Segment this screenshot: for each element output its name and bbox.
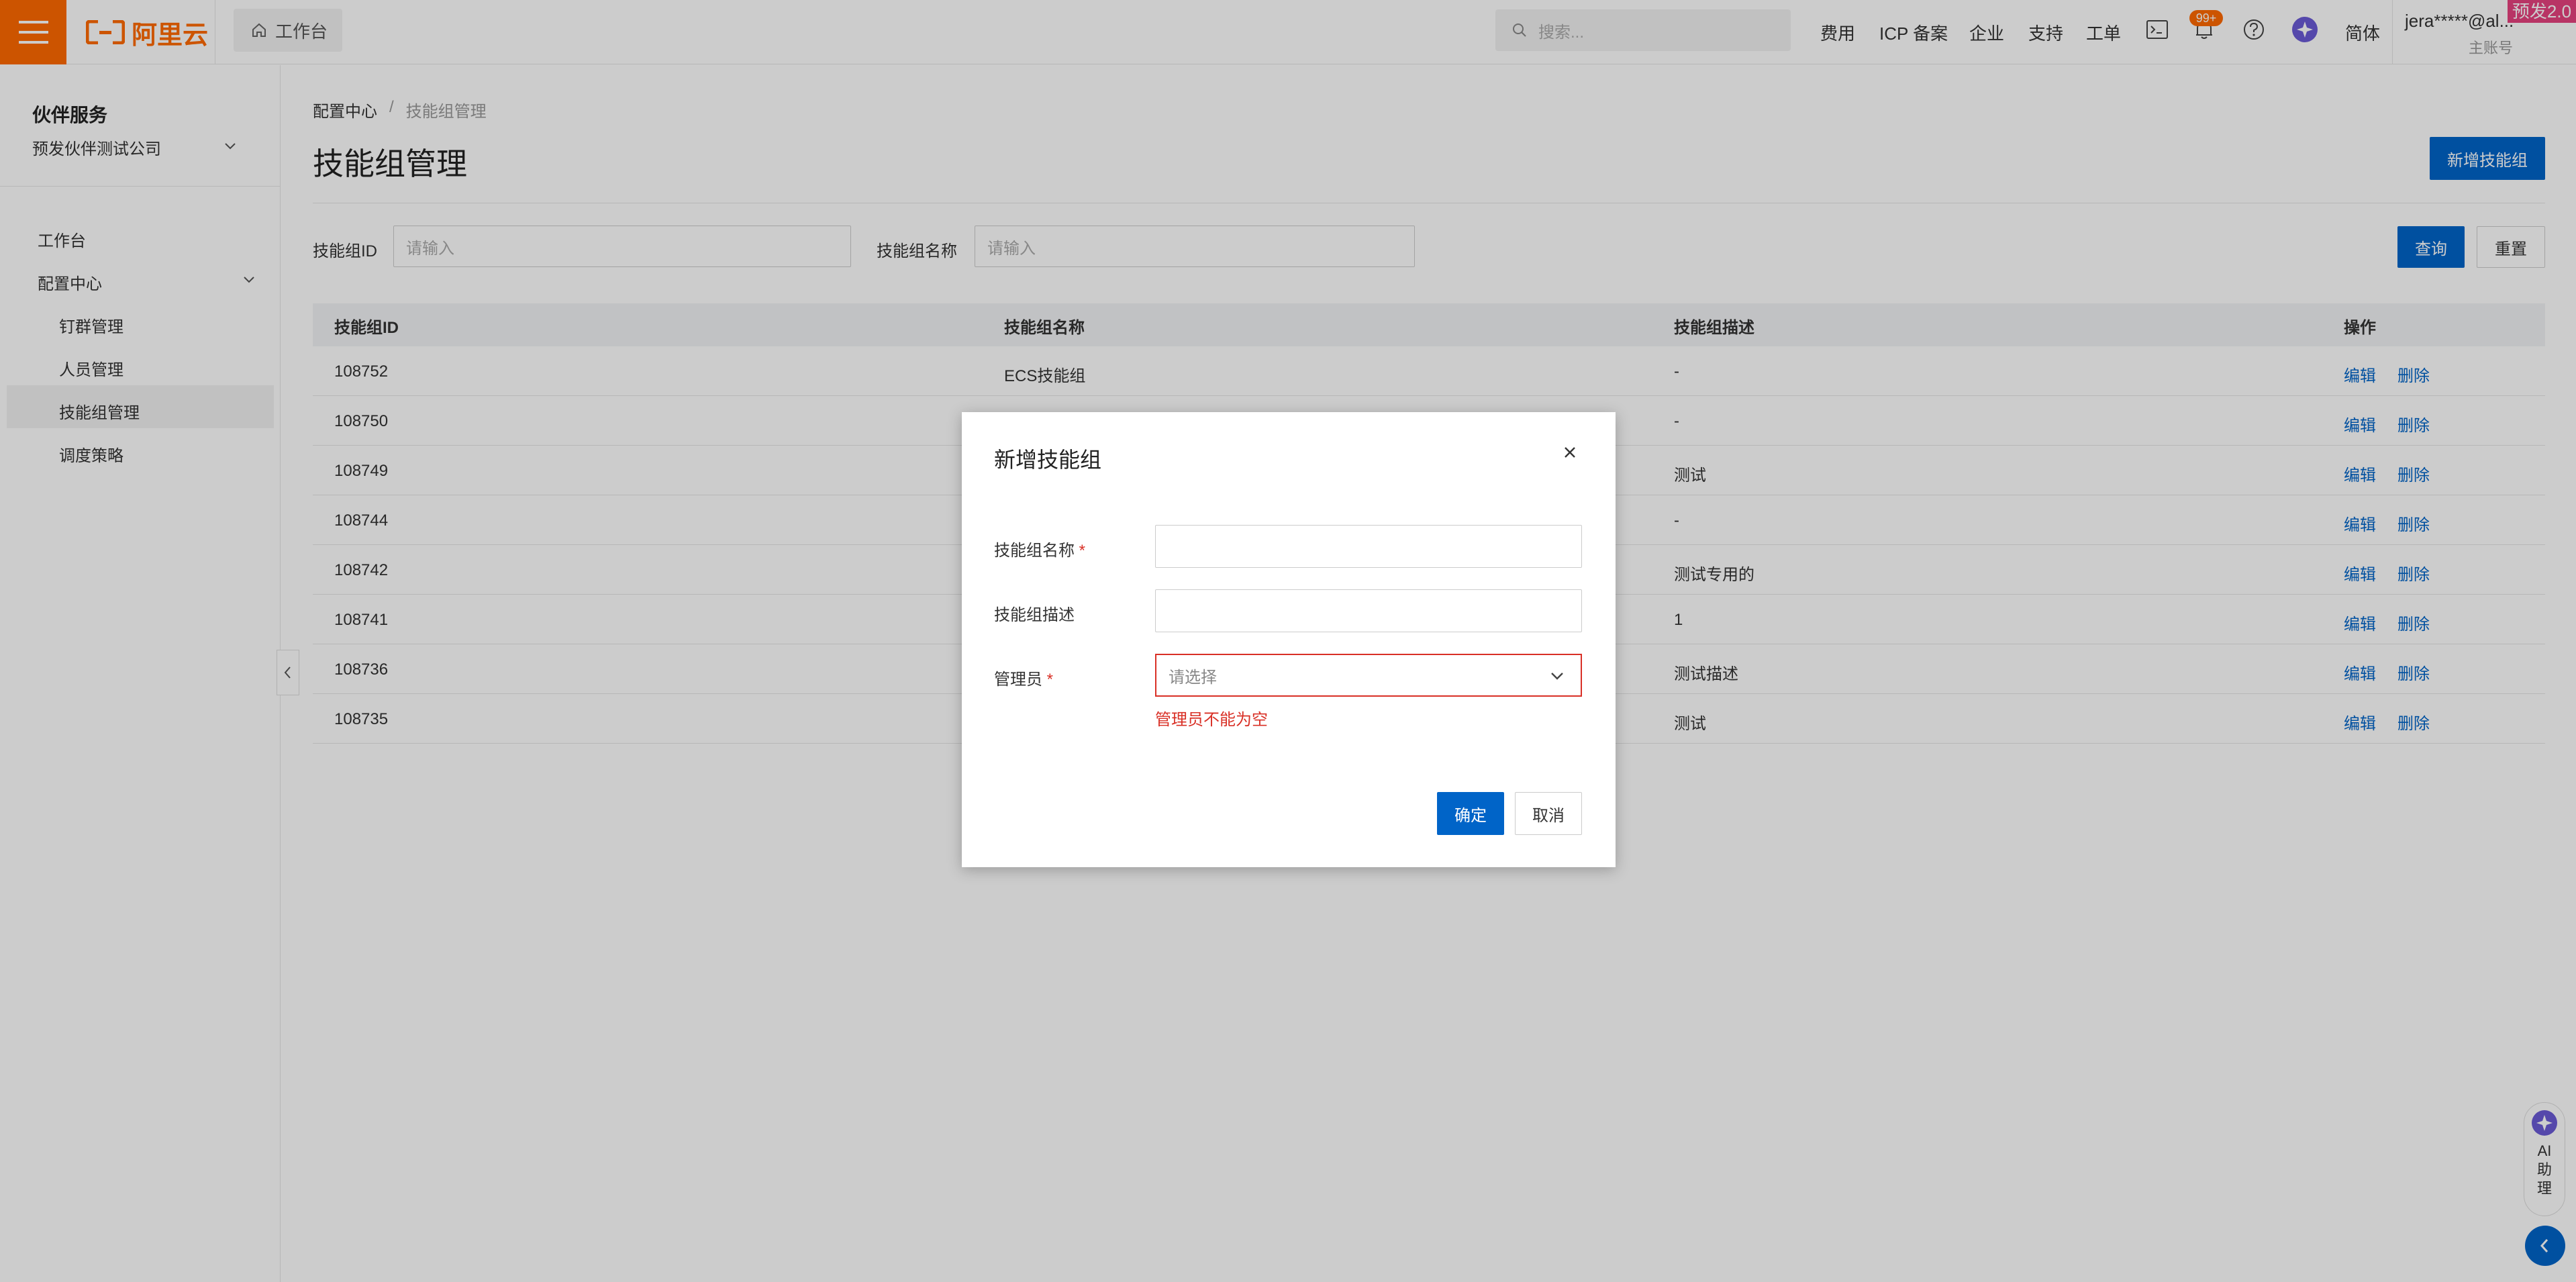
skill-group-description-input[interactable]	[1155, 589, 1582, 632]
chevron-down-icon[interactable]	[1548, 670, 1566, 682]
required-mark: *	[1046, 671, 1054, 689]
admin-select-placeholder: 请选择	[1169, 668, 1217, 687]
dialog-title: 新增技能组	[994, 448, 1102, 472]
confirm-button[interactable]: 确定	[1437, 792, 1504, 835]
skill-group-name-input[interactable]	[1155, 525, 1582, 568]
admin-select[interactable]: 请选择	[1155, 654, 1582, 697]
description-field-label: 技能组描述	[994, 606, 1075, 624]
admin-field-label: 管理员 *	[994, 666, 1053, 689]
required-mark: *	[1079, 542, 1086, 560]
admin-error-message: 管理员不能为空	[1155, 711, 1268, 729]
admin-field-label-text: 管理员	[994, 671, 1042, 689]
add-skill-group-dialog: 新增技能组 技能组名称 * 技能组描述 管理员 * 请选择 管理员不能为空 确定…	[962, 412, 1616, 867]
close-icon[interactable]	[1563, 446, 1577, 459]
cancel-button[interactable]: 取消	[1515, 792, 1582, 835]
name-field-label: 技能组名称 *	[994, 537, 1085, 560]
name-field-label-text: 技能组名称	[994, 542, 1075, 560]
